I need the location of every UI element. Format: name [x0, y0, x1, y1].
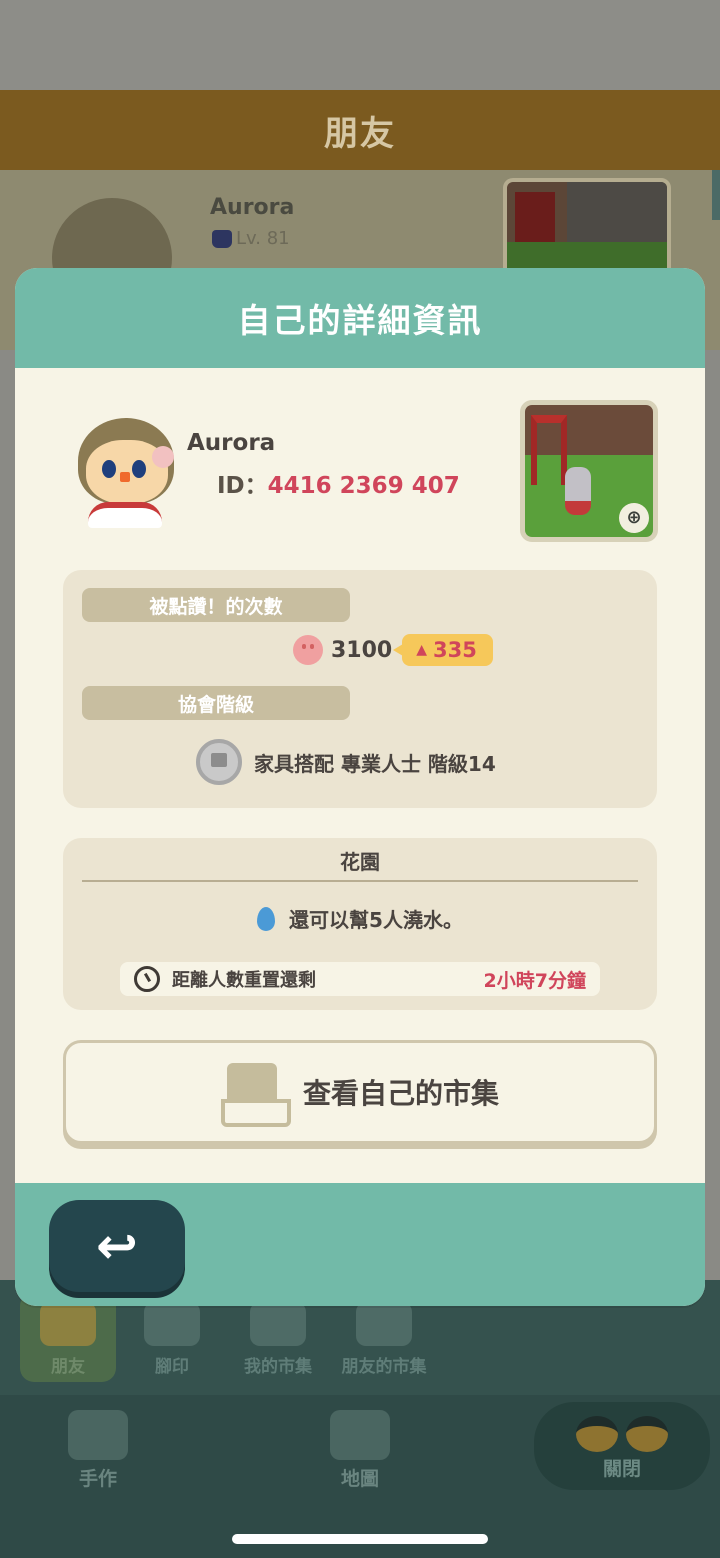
water-drop-icon: [257, 906, 276, 931]
own-details-dialog: 自己的詳細資訊 Aurora ID：4416 2369 407 ⊕ 被點讚！的次…: [15, 268, 705, 1306]
likes-row: 3100 ▲ 335: [293, 632, 493, 668]
reset-label: 距離人數重置還剩: [172, 970, 316, 991]
rank-badge-icon: [196, 739, 242, 785]
smile-icon: [293, 635, 323, 665]
avatar: [70, 416, 180, 528]
view-own-market-button[interactable]: 查看自己的市集: [63, 1040, 657, 1144]
rank-label: 協會階級: [82, 686, 350, 720]
likes-delta-value: 335: [433, 638, 477, 662]
campsite-photo[interactable]: ⊕: [520, 400, 658, 542]
dialog-header: 自己的詳細資訊: [15, 268, 705, 368]
clock-icon: [134, 966, 160, 992]
friends-header: 朋友: [0, 90, 720, 170]
back-arrow-icon: ↩: [96, 1217, 138, 1275]
friends-icon: [40, 1302, 96, 1346]
home-indicator[interactable]: [232, 1534, 488, 1544]
back-button[interactable]: ↩: [49, 1200, 185, 1292]
tab-my-market-label: 我的市集: [244, 1357, 312, 1377]
cat-icon: [212, 230, 232, 248]
likes-count: 3100: [331, 637, 393, 663]
garden-title: 花園: [340, 850, 380, 874]
rank-row: 家具搭配 專業人士 階級14: [196, 739, 496, 785]
nav-map[interactable]: 地圖: [296, 1400, 424, 1495]
close-button-label: 關閉: [602, 1458, 641, 1480]
water-row: 還可以幫5人澆水。: [63, 904, 657, 933]
friends-market-icon: [356, 1302, 412, 1346]
player-id-value: 4416 2369 407: [267, 473, 460, 499]
close-button[interactable]: 關閉: [534, 1402, 710, 1490]
friends-header-title: 朋友: [324, 113, 396, 154]
hammer-icon: [68, 1410, 128, 1460]
market-icon: [250, 1302, 306, 1346]
player-id: ID：4416 2369 407: [217, 466, 460, 500]
rank-text: 家具搭配 專業人士 階級14: [254, 751, 496, 776]
likes-label: 被點讚！的次數: [82, 588, 350, 622]
map-icon: [330, 1410, 390, 1460]
friend-photo-thumbnail[interactable]: [503, 178, 671, 278]
friend-name: Aurora: [210, 195, 295, 220]
divider: [82, 880, 638, 882]
tab-friends-market-label: 朋友的市集: [341, 1357, 427, 1377]
reset-timer-bar: 距離人數重置還剩 2小時7分鐘: [120, 962, 600, 996]
friend-level-text: Lv. 81: [236, 228, 290, 249]
player-name: Aurora: [187, 430, 276, 456]
nav-map-label: 地圖: [340, 1468, 379, 1490]
nav-craft[interactable]: 手作: [56, 1400, 140, 1495]
flower-icon: [152, 446, 174, 468]
likes-delta-badge: ▲ 335: [393, 634, 493, 666]
tab-footprints-label: 腳印: [155, 1357, 189, 1377]
up-arrow-icon: ▲: [416, 642, 428, 658]
nav-craft-label: 手作: [78, 1468, 117, 1490]
villagers-icon: [576, 1416, 668, 1452]
garden-card: 花園 還可以幫5人澆水。 距離人數重置還剩 2小時7分鐘: [63, 838, 657, 1010]
scrollbar[interactable]: [712, 170, 720, 220]
dialog-title: 自己的詳細資訊: [237, 301, 483, 340]
zoom-icon[interactable]: ⊕: [619, 503, 649, 533]
tab-friends-label: 朋友: [51, 1357, 85, 1377]
water-text: 還可以幫5人澆水。: [289, 908, 463, 932]
stats-card: 被點讚！的次數 3100 ▲ 335 協會階級 家具搭配 專業人士 階級14: [63, 570, 657, 808]
status-area: [0, 0, 720, 90]
reset-time: 2小時7分鐘: [483, 969, 586, 992]
footprints-icon: [144, 1302, 200, 1346]
player-id-label: ID：: [217, 473, 268, 499]
friend-level: Lv. 81: [212, 228, 290, 249]
market-stall-icon: [220, 1063, 291, 1127]
view-own-market-label: 查看自己的市集: [302, 1077, 499, 1110]
